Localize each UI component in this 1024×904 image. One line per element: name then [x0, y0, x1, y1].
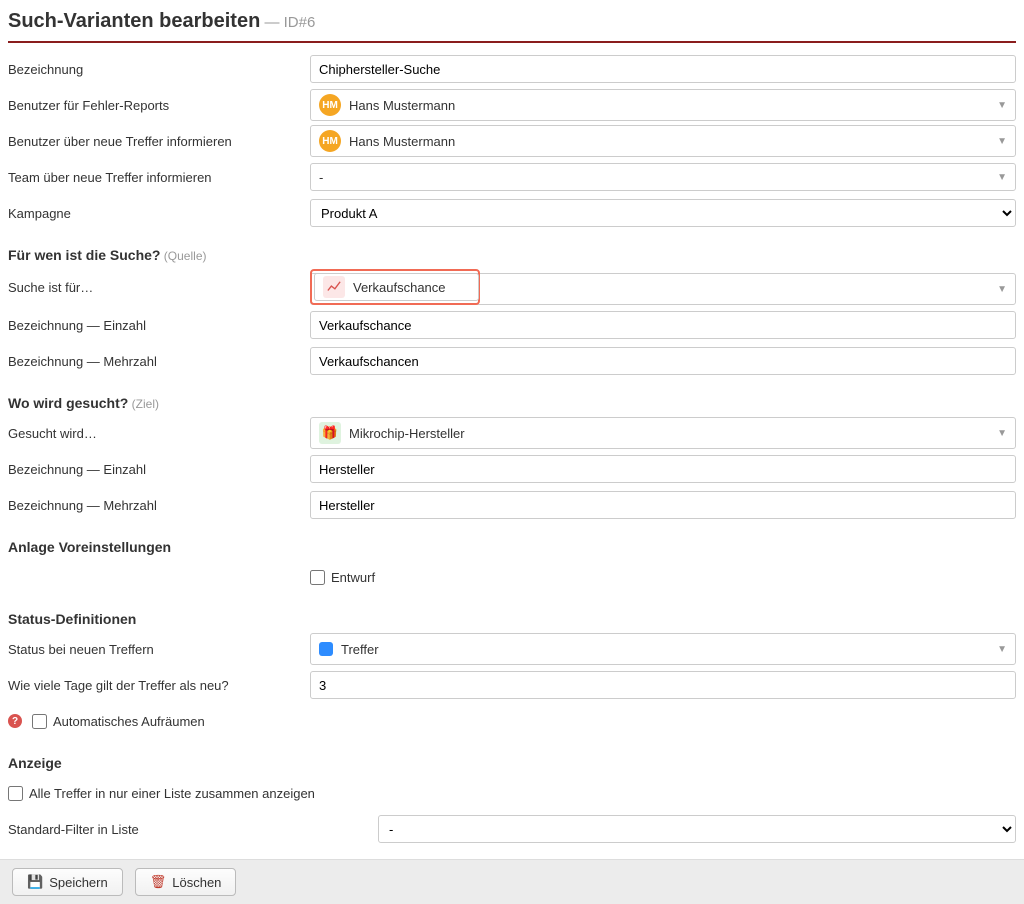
input-ziel-mehrzahl[interactable]: [310, 491, 1016, 519]
label-auto-aufraeumen: Automatisches Aufräumen: [53, 714, 205, 729]
select-kampagne[interactable]: Produkt A: [310, 199, 1016, 227]
page-title: Such-Varianten bearbeiten — ID#6: [8, 6, 1016, 41]
gift-icon: 🎁: [319, 422, 341, 444]
select-value: Verkaufschance: [353, 280, 446, 295]
select-standard-filter[interactable]: -: [378, 815, 1016, 843]
checkbox-auto-aufraeumen[interactable]: [32, 714, 47, 729]
delete-button[interactable]: 🗑 Löschen: [135, 868, 237, 896]
label-quelle-mehrzahl: Bezeichnung — Mehrzahl: [8, 354, 310, 369]
select-value: Hans Mustermann: [349, 98, 455, 113]
save-icon: 💾: [27, 874, 43, 890]
select-status[interactable]: Treffer ▼: [310, 633, 1016, 665]
label-kampagne: Kampagne: [8, 206, 310, 221]
select-suche-fuer-icon-part[interactable]: Verkaufschance: [314, 273, 479, 301]
select-value: Mikrochip-Hersteller: [349, 426, 465, 441]
input-quelle-einzahl[interactable]: [310, 311, 1016, 339]
footer-bar: 💾 Speichern 🗑 Löschen: [0, 859, 1024, 904]
highlight-box: Verkaufschance: [310, 269, 480, 305]
input-bezeichnung[interactable]: [310, 55, 1016, 83]
label-gesucht: Gesucht wird…: [8, 426, 310, 441]
label-ziel-mehrzahl: Bezeichnung — Mehrzahl: [8, 498, 310, 513]
label-standard-filter: Standard-Filter in Liste: [8, 822, 378, 837]
select-gesucht[interactable]: 🎁 Mikrochip-Hersteller ▼: [310, 417, 1016, 449]
section-header-anlage: Anlage Voreinstellungen: [8, 525, 1016, 561]
label-suche-fuer: Suche ist für…: [8, 280, 310, 295]
title-text: Such-Varianten bearbeiten: [8, 10, 260, 32]
avatar: HM: [319, 94, 341, 116]
input-quelle-mehrzahl[interactable]: [310, 347, 1016, 375]
select-value: Treffer: [341, 642, 379, 657]
label-benutzer-fehler: Benutzer für Fehler-Reports: [8, 98, 310, 113]
label-team-treffer: Team über neue Treffer informieren: [8, 170, 310, 185]
chevron-down-icon: ▼: [997, 428, 1007, 439]
label-benutzer-treffer: Benutzer über neue Treffer informieren: [8, 134, 310, 149]
help-icon[interactable]: ?: [8, 714, 22, 728]
save-button[interactable]: 💾 Speichern: [12, 868, 123, 896]
trash-icon: 🗑: [150, 874, 167, 890]
label-status: Status bei neuen Treffern: [8, 642, 310, 657]
label-quelle-einzahl: Bezeichnung — Einzahl: [8, 318, 310, 333]
select-benutzer-treffer[interactable]: HM Hans Mustermann ▼: [310, 125, 1016, 157]
title-id-suffix: — ID#6: [260, 14, 315, 31]
avatar: HM: [319, 130, 341, 152]
select-value: -: [319, 170, 323, 185]
checkbox-alle-treffer[interactable]: [8, 786, 23, 801]
chevron-down-icon: ▼: [997, 100, 1007, 111]
label-tage: Wie viele Tage gilt der Treffer als neu?: [8, 678, 310, 693]
status-color-icon: [319, 642, 333, 656]
chevron-down-icon: ▼: [997, 644, 1007, 655]
select-benutzer-fehler[interactable]: HM Hans Mustermann ▼: [310, 89, 1016, 121]
chevron-down-icon: ▼: [997, 172, 1007, 183]
title-underline: [8, 41, 1016, 43]
section-header-status: Status-Definitionen: [8, 597, 1016, 633]
checkbox-entwurf[interactable]: [310, 570, 325, 585]
section-header-quelle: Für wen ist die Suche? (Quelle): [8, 233, 1016, 269]
select-value: Hans Mustermann: [349, 134, 455, 149]
input-ziel-einzahl[interactable]: [310, 455, 1016, 483]
chart-line-icon: [323, 276, 345, 298]
input-tage[interactable]: [310, 671, 1016, 699]
select-team-treffer[interactable]: - ▼: [310, 163, 1016, 191]
label-entwurf: Entwurf: [331, 570, 375, 585]
chevron-down-icon: ▼: [997, 136, 1007, 147]
label-ziel-einzahl: Bezeichnung — Einzahl: [8, 462, 310, 477]
label-bezeichnung: Bezeichnung: [8, 62, 310, 77]
section-header-ziel: Wo wird gesucht? (Ziel): [8, 381, 1016, 417]
label-alle-treffer: Alle Treffer in nur einer Liste zusammen…: [29, 786, 315, 801]
chevron-down-icon: ▼: [997, 284, 1007, 295]
section-header-anzeige: Anzeige: [8, 741, 1016, 777]
